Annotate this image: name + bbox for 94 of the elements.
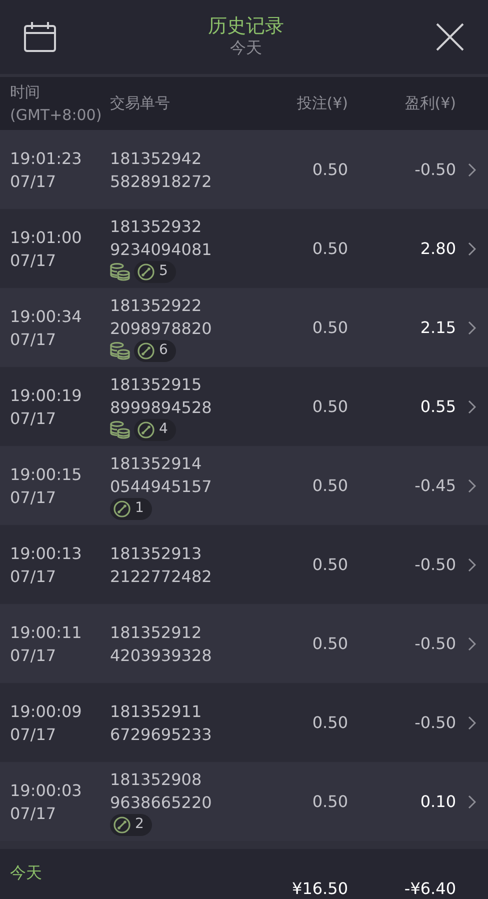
bet-count: 6: [159, 341, 168, 360]
order-number: 8999894528: [110, 396, 213, 418]
history-row[interactable]: 19:00:03 07/17 181352908 9638665220 2 0.50 0.10: [0, 762, 488, 841]
trade-time: 19:00:13: [10, 542, 83, 564]
profit-amount: 2.80: [419, 238, 456, 260]
bet-amount: 0.50: [311, 554, 348, 576]
trade-date: 07/17: [10, 802, 58, 824]
total-profit: -¥6.40: [403, 878, 456, 899]
trade-date: 07/17: [10, 644, 58, 666]
history-row[interactable]: 19:01:00 07/17 181352932 9234094081 5 0.50 2.80: [0, 209, 488, 288]
calendar-icon[interactable]: [24, 22, 56, 52]
trade-date: 07/17: [10, 566, 58, 588]
bet-amount: 0.50: [311, 396, 348, 418]
bet-amount: 0.50: [311, 316, 348, 338]
profit-amount: 2.15: [419, 316, 456, 338]
chevron-right-icon: [468, 794, 476, 808]
history-row[interactable]: 19:00:34 07/17 181352922 2098978820 6 0.50 2.15: [0, 288, 488, 367]
profit-amount: -0.50: [414, 712, 456, 734]
profit-amount: 0.10: [419, 790, 456, 812]
chevron-right-icon: [468, 162, 476, 176]
history-row[interactable]: 19:00:19 07/17 181352915 8999894528 4 0.50 0.55: [0, 367, 488, 446]
profit-amount: 0.55: [419, 396, 456, 418]
bet-amount: 0.50: [311, 238, 348, 260]
trade-date: 07/17: [10, 486, 58, 508]
order-number: 181352908: [110, 768, 203, 790]
history-row[interactable]: 19:00:15 07/17 181352914 0544945157 1 0.50 -0.45: [0, 446, 488, 525]
column-subheader: (GMT+8:00): [10, 104, 103, 126]
order-number: 2122772482: [110, 566, 213, 588]
trade-date: 07/17: [10, 170, 58, 192]
bet-count: 5: [159, 262, 168, 281]
profit-amount: -0.50: [414, 554, 456, 576]
trade-time: 19:00:15: [10, 464, 83, 486]
trade-date: 07/17: [10, 724, 58, 746]
order-number: 181352914: [110, 452, 203, 474]
chevron-right-icon: [468, 320, 476, 334]
trade-time: 19:00:09: [10, 700, 83, 722]
chevron-right-icon: [468, 242, 476, 256]
trade-date: 07/17: [10, 250, 58, 272]
column-header: 盈利(¥): [404, 93, 456, 114]
chevron-right-icon: [468, 400, 476, 414]
bet-count: 4: [159, 420, 168, 439]
chevron-right-icon: [468, 636, 476, 650]
profit-amount: -0.45: [414, 474, 456, 496]
trade-date: 07/17: [10, 328, 58, 350]
column-header: 时间: [10, 82, 41, 102]
chevron-right-icon: [468, 478, 476, 492]
history-row[interactable]: 19:00:13 07/17 181352913 2122772482 0.50 -0.50: [0, 525, 488, 604]
order-number: 4203939328: [110, 644, 213, 666]
compass-icon: [113, 500, 131, 518]
trade-time: 19:01:00: [10, 226, 83, 248]
order-number: 9638665220: [110, 792, 213, 814]
bet-count: 1: [135, 499, 144, 518]
history-row[interactable]: 19:00:09 07/17 181352911 6729695233 0.50 -0.50: [0, 683, 488, 762]
order-number: 181352913: [110, 542, 203, 564]
column-header: 交易单号: [110, 93, 171, 114]
bet-amount: 0.50: [311, 790, 348, 812]
trade-time: 19:00:03: [10, 780, 83, 802]
profit-amount: -0.50: [414, 632, 456, 654]
date-filter-label: 今天: [230, 37, 262, 59]
trade-time: 19:00:34: [10, 306, 83, 328]
compass-icon: [113, 816, 131, 834]
order-number: 181352922: [110, 294, 203, 316]
order-number: 2098978820: [110, 318, 213, 340]
history-row[interactable]: 19:00:11 07/17 181352912 4203939328 0.50 -0.50: [0, 604, 488, 683]
chevron-right-icon: [468, 716, 476, 730]
trade-time: 19:00:11: [10, 622, 83, 644]
order-number: 181352912: [110, 622, 203, 644]
trade-time: 19:01:23: [10, 148, 83, 170]
compass-icon: [137, 262, 155, 280]
trade-date: 07/17: [10, 408, 58, 430]
compass-icon: [137, 342, 155, 360]
trade-time: 19:00:19: [10, 384, 83, 406]
close-icon[interactable]: [436, 23, 464, 51]
bet-count: 2: [135, 815, 144, 834]
profit-amount: -0.50: [414, 158, 456, 180]
order-number: 0544945157: [110, 476, 213, 498]
summary-period: 今天: [10, 862, 43, 884]
order-number: 9234094081: [110, 238, 213, 260]
bet-amount: 0.50: [311, 712, 348, 734]
bet-amount: 0.50: [311, 474, 348, 496]
total-bet: ¥16.50: [291, 878, 348, 899]
chevron-right-icon: [468, 558, 476, 572]
order-number: 5828918272: [110, 170, 213, 192]
history-row[interactable]: 19:01:23 07/17 181352942 5828918272 0.50 -0.50: [0, 130, 488, 209]
page-title: 历史记录: [208, 15, 284, 37]
order-number: 181352915: [110, 374, 203, 396]
order-number: 6729695233: [110, 724, 213, 746]
bet-amount: 0.50: [311, 158, 348, 180]
order-number: 181352932: [110, 216, 203, 238]
compass-icon: [137, 420, 155, 438]
order-number: 181352942: [110, 148, 203, 170]
column-header: 投注(¥): [296, 93, 348, 114]
bet-amount: 0.50: [311, 632, 348, 654]
order-number: 181352911: [110, 700, 203, 722]
